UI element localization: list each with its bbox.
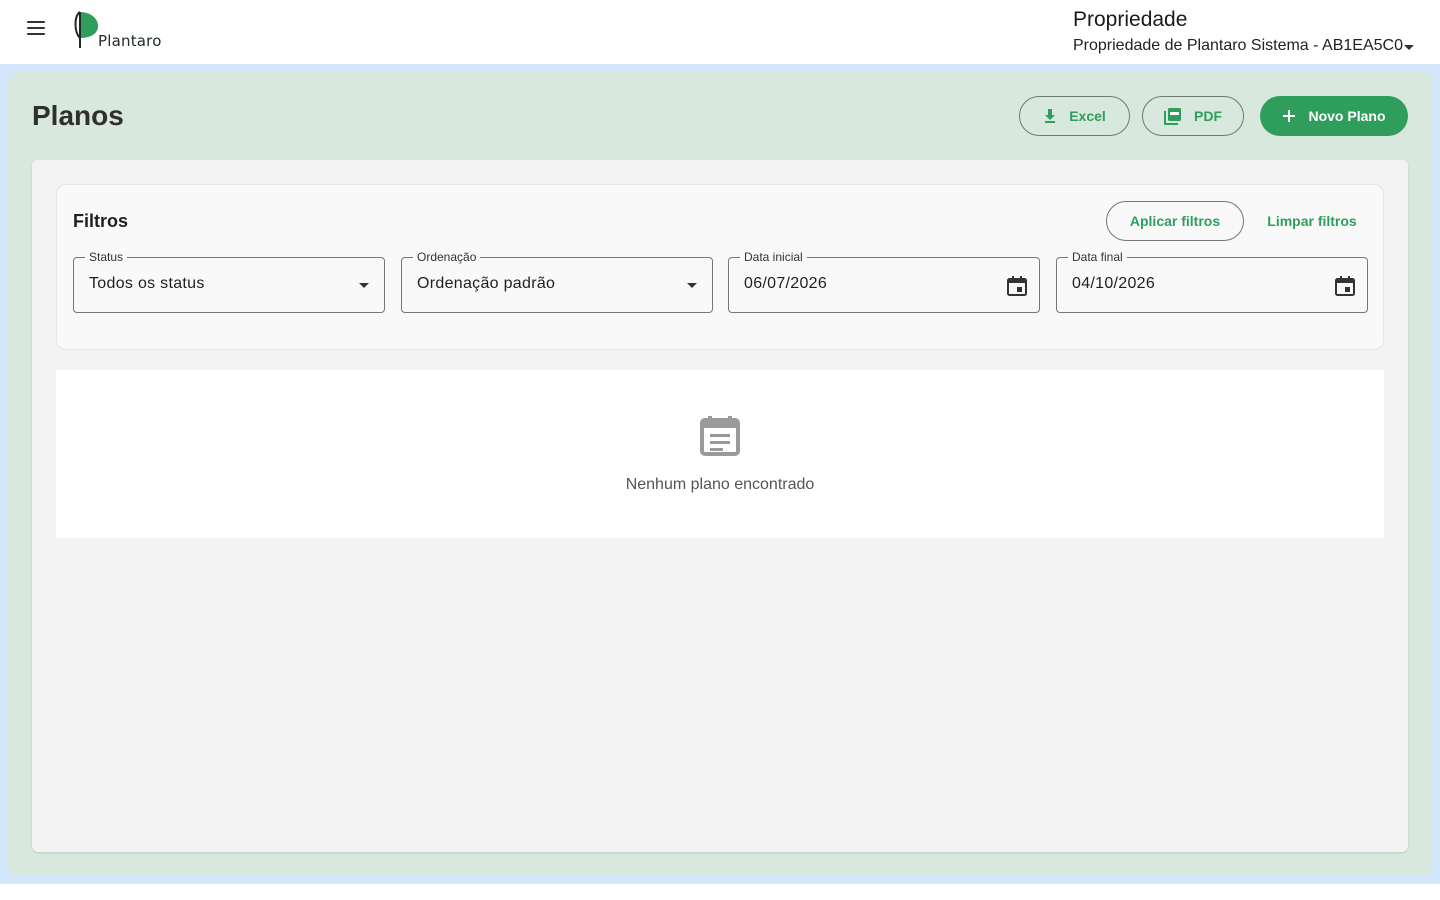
export-pdf-label: PDF bbox=[1194, 108, 1222, 124]
status-value: Todos os status bbox=[89, 275, 205, 292]
property-selected-value: Propriedade de Plantaro Sistema - AB1EA5… bbox=[1073, 37, 1403, 54]
export-pdf-button[interactable]: PDF bbox=[1142, 96, 1244, 136]
calendar-icon[interactable] bbox=[1333, 274, 1357, 298]
dropdown-arrow-icon bbox=[359, 283, 369, 288]
new-plan-button[interactable]: Novo Plano bbox=[1260, 96, 1408, 136]
end-date-label: Data final bbox=[1068, 249, 1127, 265]
top-bar: Plantaro Propriedade Propriedade de Plan… bbox=[0, 0, 1440, 64]
filters-title: Filtros bbox=[73, 211, 129, 231]
start-date-input[interactable]: Data inicial 06/07/2026 bbox=[728, 249, 1040, 313]
content-card: Filtros Aplicar filtros Limpar filtros S… bbox=[32, 160, 1408, 852]
property-selector: Propriedade Propriedade de Plantaro Sist… bbox=[1073, 6, 1414, 57]
event-note-icon bbox=[700, 416, 740, 456]
caret-down-icon bbox=[1403, 44, 1414, 50]
app-logo[interactable]: Plantaro bbox=[72, 8, 172, 52]
empty-state: Nenhum plano encontrado bbox=[56, 370, 1384, 538]
menu-icon[interactable] bbox=[22, 14, 50, 42]
end-date-input[interactable]: Data final 04/10/2026 bbox=[1056, 249, 1368, 313]
empty-state-message: Nenhum plano encontrado bbox=[625, 476, 815, 493]
page-panel: Planos Excel PDF Novo Plano Filtros Apli… bbox=[8, 72, 1432, 876]
pdf-icon bbox=[1164, 108, 1181, 125]
clear-filters-button[interactable]: Limpar filtros bbox=[1256, 201, 1368, 241]
main-frame: Planos Excel PDF Novo Plano Filtros Apli… bbox=[0, 64, 1440, 884]
export-excel-label: Excel bbox=[1069, 108, 1106, 124]
ordering-value: Ordenação padrão bbox=[417, 275, 556, 292]
export-excel-button[interactable]: Excel bbox=[1019, 96, 1130, 136]
start-date-label: Data inicial bbox=[740, 249, 807, 265]
filters-panel: Filtros Aplicar filtros Limpar filtros S… bbox=[56, 184, 1384, 350]
ordering-select[interactable]: Ordenação Ordenação padrão bbox=[401, 249, 713, 313]
apply-filters-button[interactable]: Aplicar filtros bbox=[1106, 201, 1244, 241]
add-icon bbox=[1283, 110, 1296, 122]
calendar-icon[interactable] bbox=[1005, 274, 1029, 298]
download-icon bbox=[1045, 109, 1056, 123]
ordering-label: Ordenação bbox=[413, 249, 481, 265]
property-dropdown[interactable]: Propriedade de Plantaro Sistema - AB1EA5… bbox=[1073, 35, 1414, 57]
property-title: Propriedade bbox=[1073, 8, 1188, 31]
status-label: Status bbox=[85, 249, 128, 265]
dropdown-arrow-icon bbox=[687, 283, 697, 288]
status-select[interactable]: Status Todos os status bbox=[73, 249, 385, 313]
new-plan-label: Novo Plano bbox=[1308, 108, 1386, 124]
logo-text: Plantaro bbox=[98, 32, 162, 50]
page-title: Planos bbox=[32, 100, 124, 131]
start-date-value: 06/07/2026 bbox=[744, 275, 828, 292]
end-date-value: 04/10/2026 bbox=[1072, 275, 1156, 292]
